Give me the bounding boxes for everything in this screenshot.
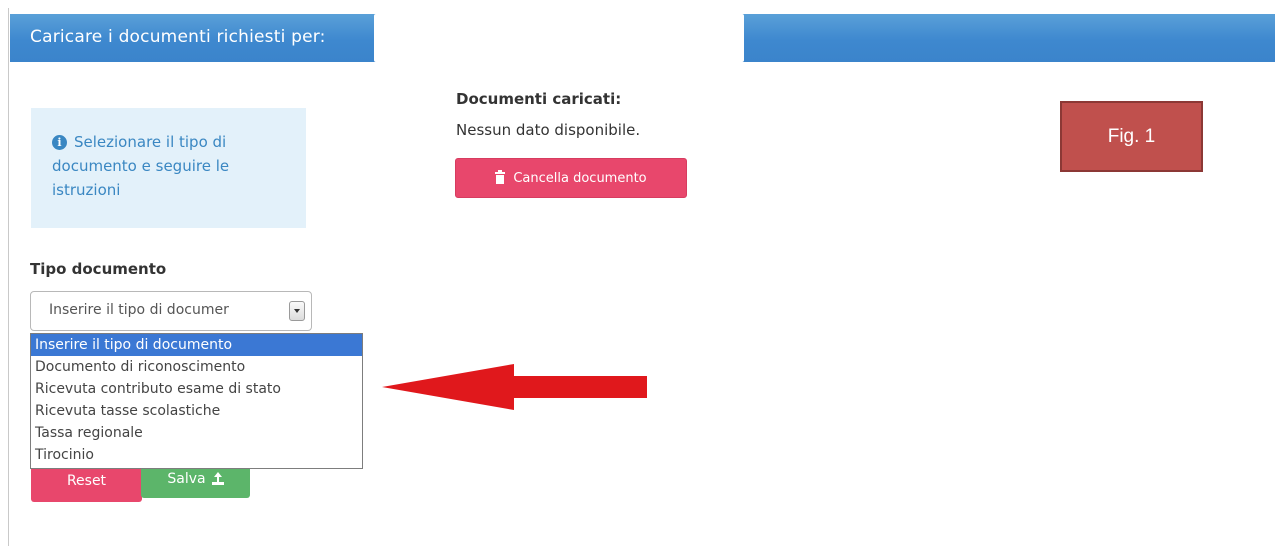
option-tirocinio[interactable]: Tirocinio <box>31 444 362 466</box>
student-name-field <box>374 14 744 62</box>
upload-icon <box>211 472 224 485</box>
uploaded-documents-empty: Nessun dato disponibile. <box>456 121 641 139</box>
option-documento-riconoscimento[interactable]: Documento di riconoscimento <box>31 356 362 378</box>
document-type-select[interactable]: Inserire il tipo di documer <box>30 291 312 331</box>
info-alert: i Selezionare il tipo di documento e segu… <box>31 108 306 228</box>
red-arrow-shape <box>382 364 647 410</box>
option-ricevuta-contributo[interactable]: Ricevuta contributo esame di stato <box>31 378 362 400</box>
info-alert-text: Selezionare il tipo di documento e segui… <box>52 133 230 199</box>
chevron-down-icon[interactable] <box>289 301 305 321</box>
delete-document-label: Cancella documento <box>513 170 647 186</box>
uploaded-documents-title: Documenti caricati: <box>456 90 622 108</box>
page-header: Caricare i documenti richiesti per: <box>10 14 1275 62</box>
document-type-select-value: Inserire il tipo di documer <box>49 302 229 318</box>
page-title: Caricare i documenti richiesti per: <box>30 27 326 47</box>
option-ricevuta-tasse[interactable]: Ricevuta tasse scolastiche <box>31 400 362 422</box>
document-type-label: Tipo documento <box>30 260 167 278</box>
option-tassa-regionale[interactable]: Tassa regionale <box>31 422 362 444</box>
document-type-options: Inserire il tipo di documento Documento … <box>30 333 363 469</box>
info-icon: i <box>52 135 67 150</box>
figure-badge: Fig. 1 <box>1060 101 1203 172</box>
delete-document-button[interactable]: Cancella documento <box>455 158 687 198</box>
reset-label: Reset <box>66 473 107 489</box>
trash-icon <box>495 170 506 184</box>
red-arrow-annotation <box>382 364 647 410</box>
info-alert-text-block: i Selezionare il tipo di documento e segu… <box>52 130 292 202</box>
option-inserire-tipo[interactable]: Inserire il tipo di documento <box>31 334 362 356</box>
save-label: Salva <box>167 471 206 487</box>
